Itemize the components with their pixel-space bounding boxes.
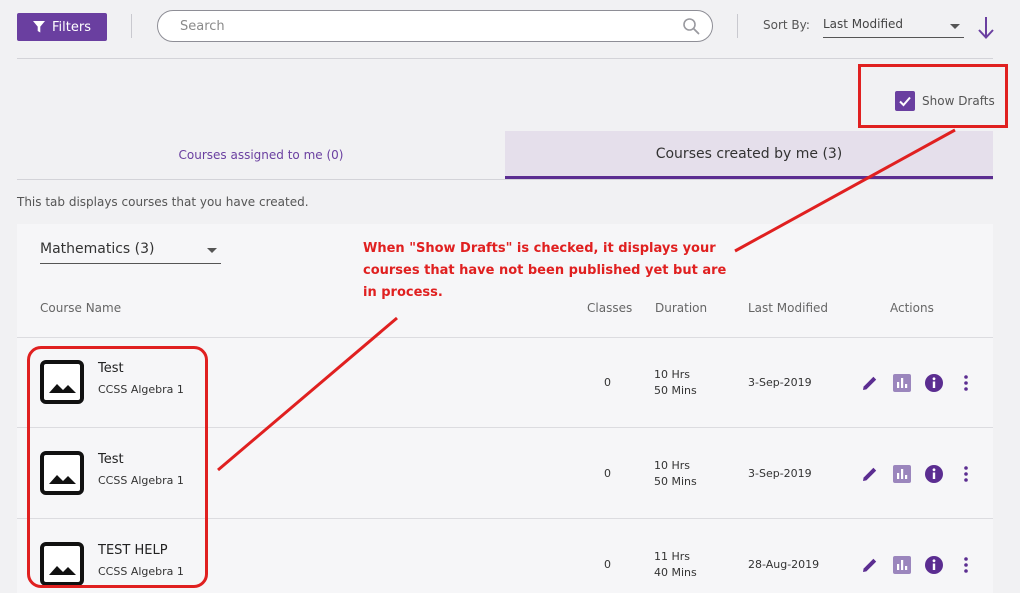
course-tabs: Courses assigned to me (0) Courses creat… [17,131,993,180]
column-header-actions: Actions [890,301,934,315]
info-icon[interactable] [924,373,944,393]
column-header-last-modified: Last Modified [748,301,829,315]
pencil-icon[interactable] [860,464,880,484]
chevron-down-icon [207,248,217,253]
duration-minutes: 40 Mins [654,566,697,579]
info-icon[interactable] [924,555,944,575]
more-vert-icon[interactable] [956,464,976,484]
bar-chart-icon[interactable] [892,464,912,484]
bar-chart-icon[interactable] [892,555,912,575]
duration-minutes: 50 Mins [654,384,697,397]
chevron-down-icon [950,24,960,29]
search-icon[interactable] [682,17,700,35]
search-box[interactable] [157,10,713,42]
course-classes: 0 [604,558,611,571]
tab-description: This tab displays courses that you have … [17,195,309,209]
duration-hours: 10 Hrs [654,368,691,381]
sort-by-label: Sort By: [763,18,810,32]
divider [737,14,738,38]
subject-value: Mathematics (3) [40,241,155,257]
course-duration: 10 Hrs 50 Mins [654,458,697,490]
search-input[interactable] [180,16,660,36]
course-duration: 11 Hrs 40 Mins [654,549,697,581]
toolbar-divider [17,58,993,59]
subject-select[interactable]: Mathematics (3) [40,240,221,264]
sort-value: Last Modified [823,17,904,31]
course-last-modified: 3-Sep-2019 [748,467,812,480]
filters-label: Filters [52,19,91,35]
column-header-course-name: Course Name [40,301,122,315]
more-vert-icon[interactable] [956,555,976,575]
course-classes: 0 [604,376,611,389]
divider [131,14,132,38]
duration-minutes: 50 Mins [654,475,697,488]
pencil-icon[interactable] [860,373,880,393]
course-last-modified: 28-Aug-2019 [748,558,820,571]
annotation-text: When "Show Drafts" is checked, it displa… [363,241,727,300]
tab-courses-assigned[interactable]: Courses assigned to me (0) [17,131,505,179]
bar-chart-icon[interactable] [892,373,912,393]
tab-courses-created[interactable]: Courses created by me (3) [505,131,993,179]
toolbar: Filters Sort By: Last Modified [0,0,1020,58]
annotation-box-course-rows [27,346,208,588]
course-duration: 10 Hrs 50 Mins [654,367,697,399]
duration-hours: 10 Hrs [654,459,691,472]
funnel-icon [33,21,46,33]
filters-button[interactable]: Filters [17,13,107,41]
arrow-down-icon[interactable] [977,16,995,40]
annotation-box-show-drafts [858,64,1008,128]
duration-hours: 11 Hrs [654,550,691,563]
more-vert-icon[interactable] [956,373,976,393]
sort-select[interactable]: Last Modified [823,16,964,38]
info-icon[interactable] [924,464,944,484]
course-last-modified: 3-Sep-2019 [748,376,812,389]
course-classes: 0 [604,467,611,480]
pencil-icon[interactable] [860,555,880,575]
